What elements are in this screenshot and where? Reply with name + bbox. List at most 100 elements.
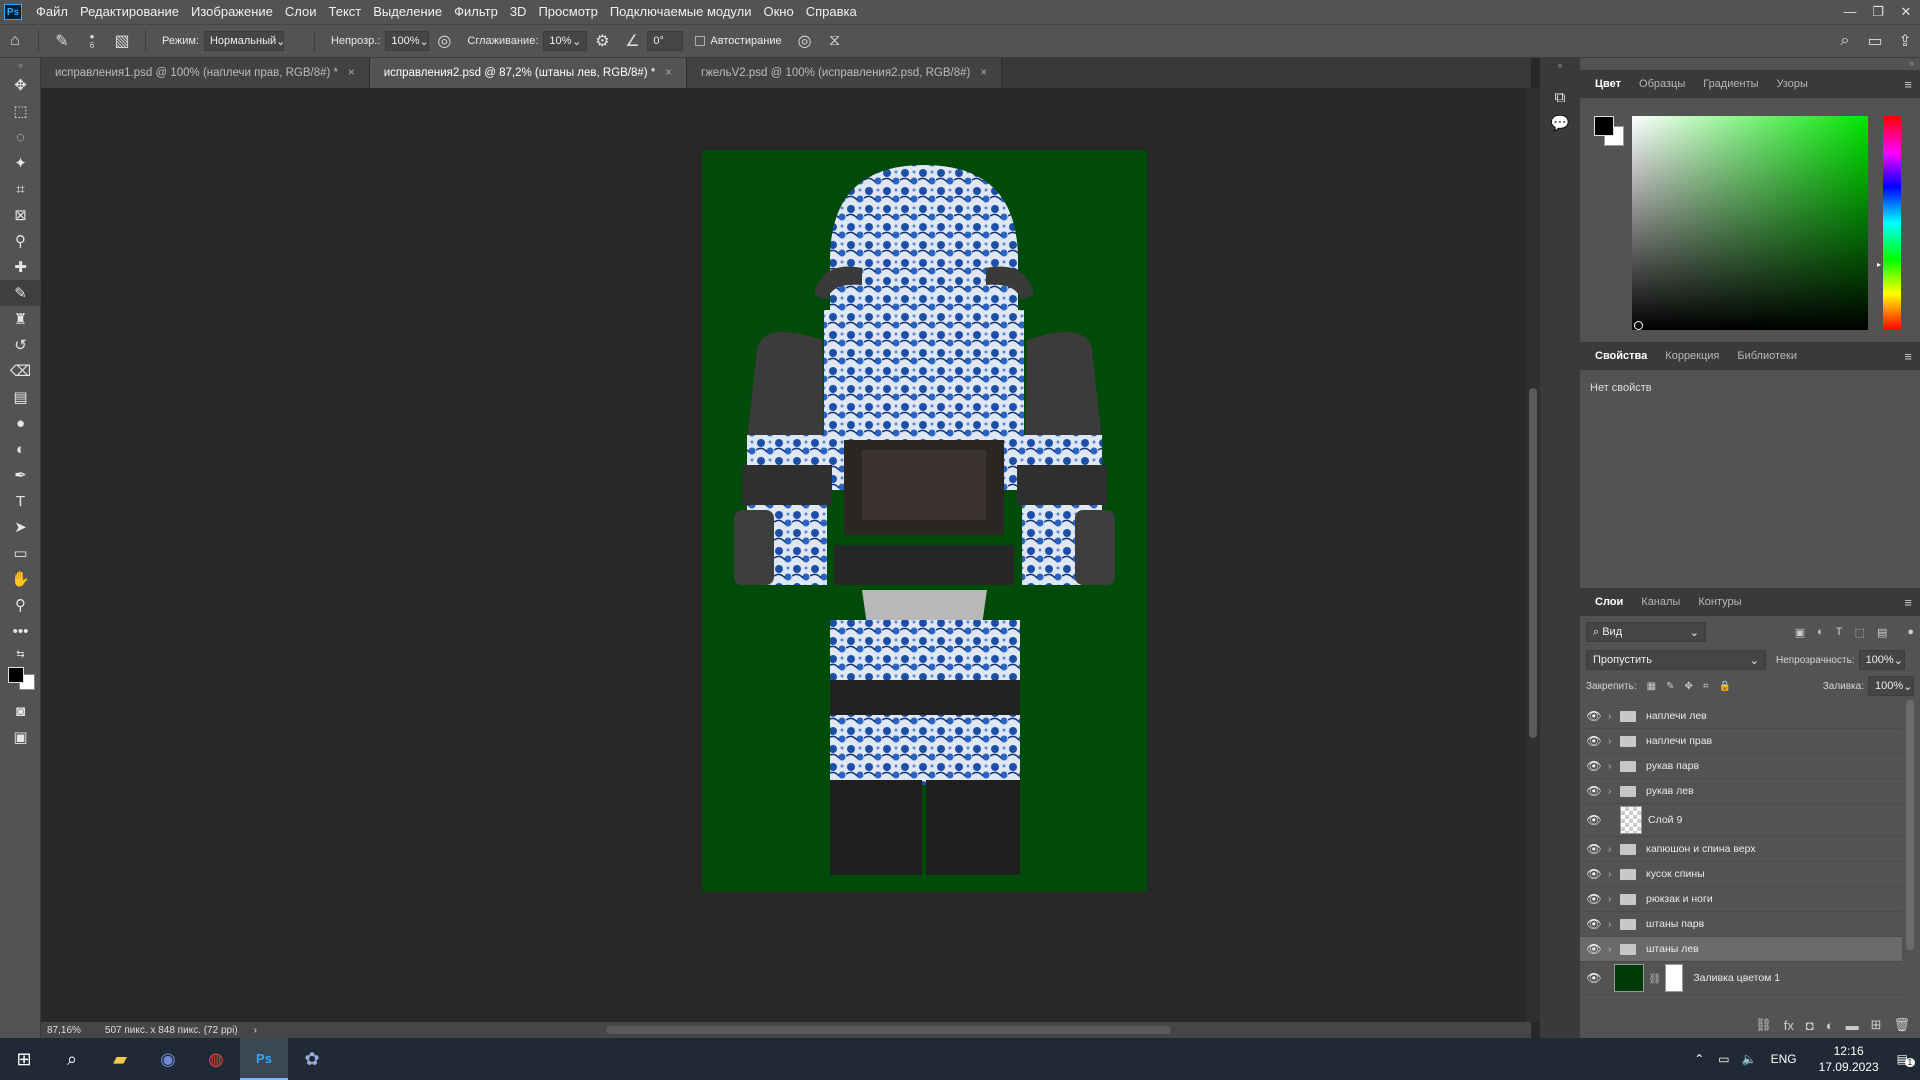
layer-row[interactable]: 👁 › рукав парв <box>1580 754 1902 779</box>
panel-menu-icon[interactable]: ≡ <box>1904 77 1912 92</box>
auto-erase-checkbox[interactable] <box>695 36 706 46</box>
adjustment-layer-icon[interactable]: ◐ <box>1826 1018 1834 1033</box>
layer-row[interactable]: 👁 › наплечи прав <box>1580 729 1902 754</box>
minimize-icon[interactable]: — <box>1836 4 1864 20</box>
menu-select[interactable]: Выделение <box>367 0 448 24</box>
layer-row[interactable]: 👁 › штаны парв <box>1580 912 1902 937</box>
pressure-size-icon[interactable]: ◎ <box>790 26 820 56</box>
lock-all-icon[interactable]: 🔒 <box>1719 681 1731 692</box>
photoshop-taskbar-icon[interactable]: Ps <box>240 1038 288 1080</box>
visibility-eye-icon[interactable]: 👁 <box>1580 709 1608 723</box>
angle-input[interactable]: 0° <box>647 31 684 51</box>
swap-colors-icon[interactable]: ⇆ <box>0 644 41 664</box>
chevron-right-icon[interactable]: › <box>1608 735 1620 747</box>
document-canvas[interactable] <box>702 150 1147 892</box>
link-layers-icon[interactable]: ⛓ <box>1755 1017 1772 1033</box>
lasso-tool-icon[interactable]: ◌ <box>0 124 41 150</box>
mode-select[interactable]: Нормальный ⌄ <box>203 31 285 51</box>
color-picker-field[interactable] <box>1632 116 1868 330</box>
panel-menu-icon[interactable]: ≡ <box>1904 349 1912 364</box>
lock-artboard-icon[interactable]: ⌗ <box>1703 681 1709 692</box>
pen-tool-icon[interactable]: ✒ <box>0 462 41 488</box>
layer-row-selected[interactable]: 👁 › штаны лев <box>1580 937 1902 962</box>
more-tools-icon[interactable]: ••• <box>0 618 41 644</box>
new-layer-icon[interactable]: ⊞ <box>1871 1017 1882 1033</box>
delete-layer-icon[interactable]: 🗑 <box>1893 1017 1910 1033</box>
filter-smart-object-icon[interactable]: ▤ <box>1877 626 1887 639</box>
visibility-eye-icon[interactable]: 👁 <box>1580 942 1608 956</box>
chevron-right-icon[interactable]: › <box>1608 918 1620 930</box>
eraser-tool-icon[interactable]: ⌫ <box>0 358 41 384</box>
tab-document-2[interactable]: исправления2.psd @ 87,2% (штаны лев, RGB… <box>369 58 688 88</box>
tab-document-1[interactable]: исправления1.psd @ 100% (наплечи прав, R… <box>41 58 370 88</box>
layer-row[interactable]: 👁 › рукав лев <box>1580 779 1902 804</box>
visibility-eye-icon[interactable]: 👁 <box>1580 971 1608 985</box>
zoom-level[interactable]: 87,16% <box>47 1025 81 1036</box>
comments-panel-icon[interactable]: 💬 <box>1540 110 1580 136</box>
add-mask-icon[interactable]: ◘ <box>1806 1018 1814 1033</box>
lock-transparency-icon[interactable]: ▦ <box>1647 681 1656 692</box>
history-panel-icon[interactable]: ⧉ <box>1540 84 1580 110</box>
close-icon[interactable]: × <box>348 67 355 79</box>
fill-input[interactable]: 100% ⌄ <box>1868 676 1914 696</box>
tab-paths[interactable]: Контуры <box>1689 588 1750 616</box>
layer-filter-select[interactable]: ⌕ Вид ⌄ <box>1586 622 1706 642</box>
windows-start-icon[interactable]: ⊞ <box>0 1038 48 1080</box>
chevron-right-icon[interactable]: › <box>1608 943 1620 955</box>
pencil-tool-icon[interactable]: ✎ <box>0 280 41 306</box>
layer-opacity-input[interactable]: 100% ⌄ <box>1858 650 1905 670</box>
close-icon[interactable]: ✕ <box>1892 4 1920 20</box>
visibility-eye-icon[interactable]: 👁 <box>1580 842 1608 856</box>
opacity-input[interactable]: 100% ⌄ <box>385 31 430 51</box>
gradient-tool-icon[interactable]: ▤ <box>0 384 41 410</box>
symmetry-icon[interactable]: ⧖ <box>820 26 850 56</box>
smoothing-input[interactable]: 10% ⌄ <box>543 31 588 51</box>
visibility-eye-icon[interactable]: 👁 <box>1580 784 1608 798</box>
volume-icon[interactable]: 🔈 <box>1742 1052 1757 1066</box>
language-indicator[interactable]: ENG <box>1771 1052 1797 1066</box>
file-explorer-icon[interactable]: ▰ <box>96 1038 144 1080</box>
chevron-right-icon[interactable]: › <box>254 1025 257 1036</box>
menu-type[interactable]: Текст <box>323 0 368 24</box>
dodge-tool-icon[interactable]: ◐ <box>0 436 41 462</box>
restore-icon[interactable]: ❐ <box>1864 4 1892 20</box>
filter-pixel-icon[interactable]: ▣ <box>1795 626 1805 639</box>
visibility-eye-icon[interactable]: 👁 <box>1580 867 1608 881</box>
hue-slider-marker-icon[interactable]: ▸ <box>1877 260 1881 269</box>
brush-settings-icon[interactable]: ▧ <box>107 26 137 56</box>
menu-window[interactable]: Окно <box>757 0 799 24</box>
tab-adjustments[interactable]: Коррекция <box>1656 342 1728 370</box>
hue-slider[interactable]: ▸ <box>1877 116 1901 330</box>
move-tool-icon[interactable]: ✥ <box>0 72 41 98</box>
brush-size-picker[interactable]: ● 6 <box>77 26 107 56</box>
collapse-icon[interactable]: » <box>0 58 41 72</box>
home-icon[interactable]: ⌂ <box>0 26 30 56</box>
menu-plugins[interactable]: Подключаемые модули <box>604 0 758 24</box>
visibility-eye-icon[interactable]: 👁 <box>1580 917 1608 931</box>
blend-mode-select[interactable]: Пропустить ⌄ <box>1586 650 1766 670</box>
close-icon[interactable]: × <box>980 67 987 79</box>
chrome-icon[interactable]: ◍ <box>192 1038 240 1080</box>
layer-row[interactable]: 👁 › капюшон и спина верх <box>1580 837 1902 862</box>
chevron-right-icon[interactable]: › <box>1608 893 1620 905</box>
color-swatches[interactable] <box>0 664 41 698</box>
canvas-area[interactable] <box>41 88 1531 1022</box>
eyedropper-tool-icon[interactable]: ⚲ <box>0 228 41 254</box>
panel-menu-icon[interactable]: ≡ <box>1904 595 1912 610</box>
menu-filter[interactable]: Фильтр <box>448 0 504 24</box>
chevron-right-icon[interactable]: › <box>1608 760 1620 772</box>
chevron-right-icon[interactable]: › <box>1608 868 1620 880</box>
chevron-right-icon[interactable]: › <box>1608 710 1620 722</box>
tab-properties[interactable]: Свойства <box>1586 342 1656 370</box>
visibility-eye-icon[interactable]: 👁 <box>1580 734 1608 748</box>
crop-tool-icon[interactable]: ⌗ <box>0 176 41 202</box>
vertical-scrollbar[interactable] <box>1526 88 1540 1022</box>
chevron-right-icon[interactable]: › <box>1608 785 1620 797</box>
pencil-tool-preset-icon[interactable]: ✎ <box>47 26 77 56</box>
notifications-icon[interactable]: ▤ 1 <box>1897 1052 1916 1067</box>
filter-shape-icon[interactable]: ⬚ <box>1855 626 1865 639</box>
workspace-icon[interactable]: ▭ <box>1860 26 1890 56</box>
tab-color[interactable]: Цвет <box>1586 70 1630 98</box>
share-icon[interactable]: ⇪ <box>1890 26 1920 56</box>
clock[interactable]: 12:16 17.09.2023 <box>1819 1043 1879 1075</box>
